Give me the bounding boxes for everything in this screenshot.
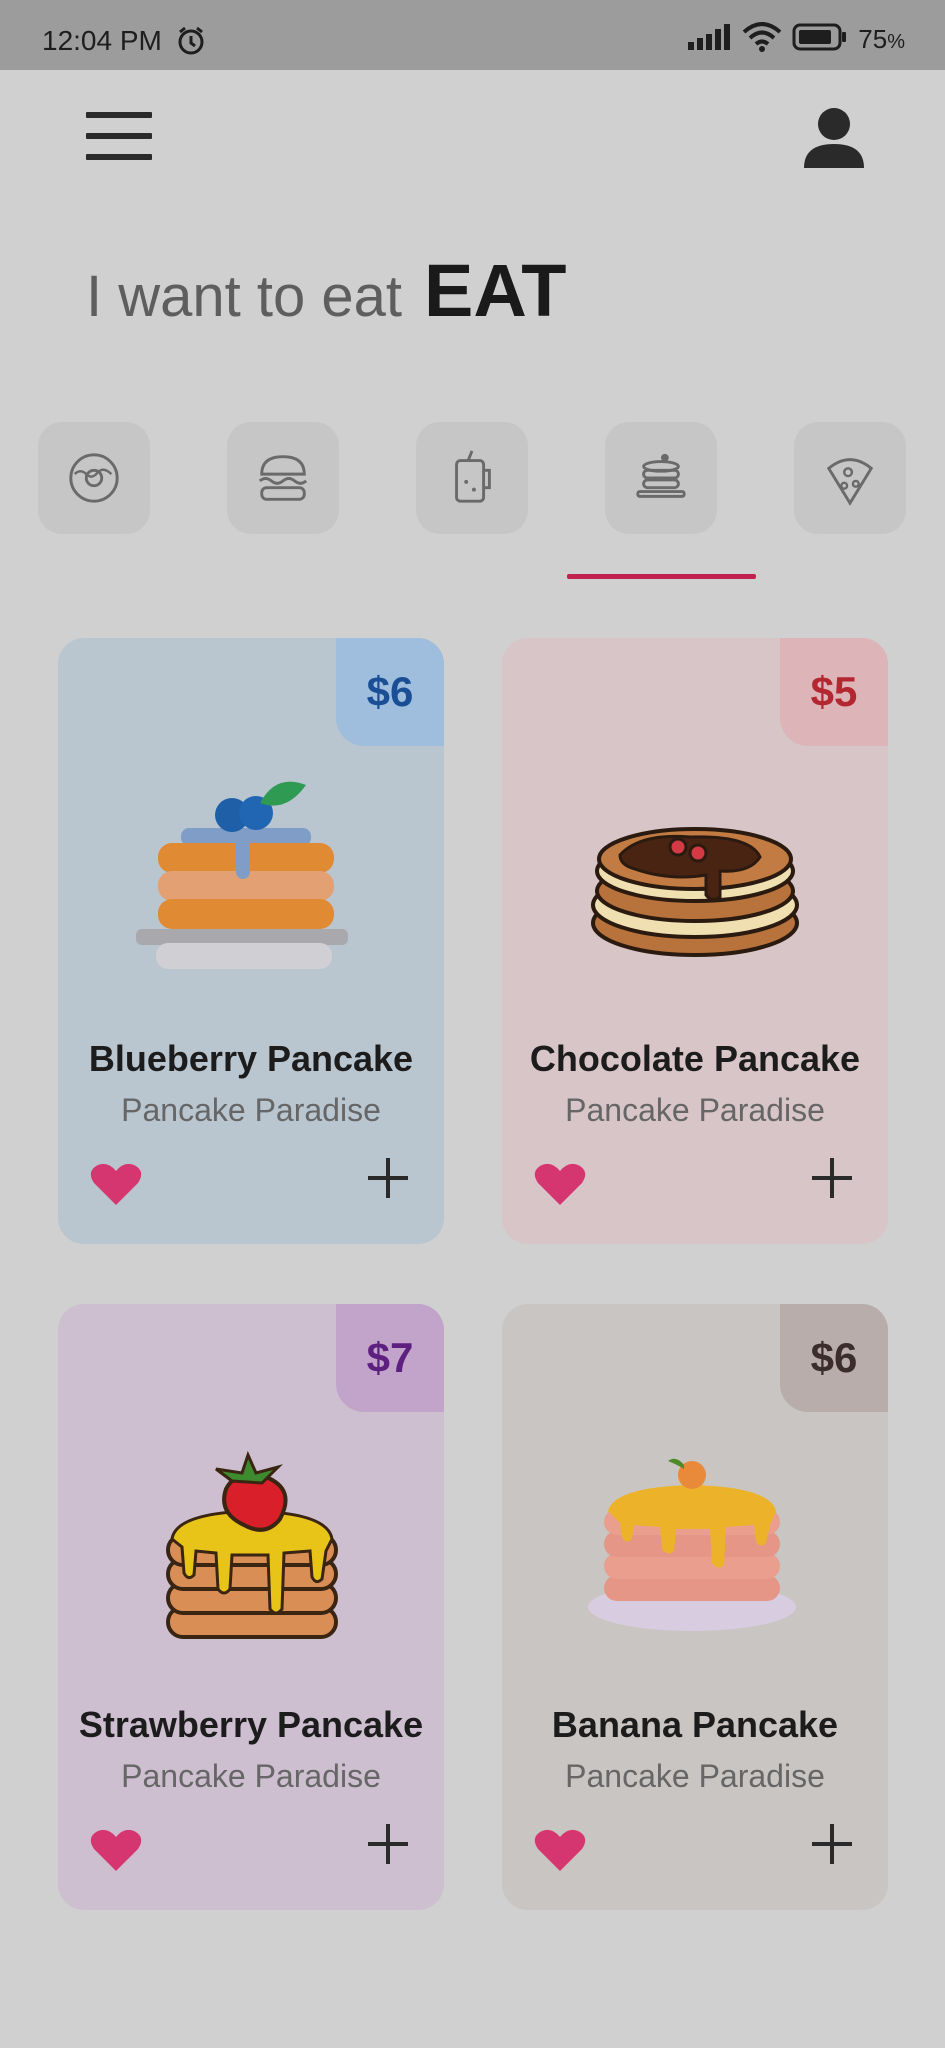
status-time: 12:04 PM <box>42 25 162 56</box>
signal-icon <box>688 24 732 55</box>
price-tag: $7 <box>336 1304 444 1412</box>
banana-pancake-icon <box>588 1458 796 1631</box>
add-to-cart-button[interactable] <box>812 1824 852 1864</box>
heart-icon[interactable] <box>90 1827 142 1873</box>
price-tag: $5 <box>780 638 888 746</box>
burger-icon <box>258 455 308 501</box>
heart-icon[interactable] <box>534 1161 586 1207</box>
product-vendor: Pancake Paradise <box>565 1092 825 1128</box>
category-drink[interactable] <box>416 422 528 534</box>
category-donut[interactable] <box>38 422 150 534</box>
page-headline: I want to eat EAT <box>86 248 567 333</box>
wifi-icon <box>742 22 782 57</box>
category-pancake[interactable] <box>605 422 717 534</box>
product-name: Chocolate Pancake <box>529 1038 861 1079</box>
chocolate-pancake-icon <box>591 827 799 957</box>
blueberry-pancake-icon <box>136 781 348 969</box>
pancake-icon <box>636 453 686 498</box>
category-tabs <box>38 422 908 534</box>
headline-emphasis: EAT <box>423 249 567 332</box>
add-to-cart-button[interactable] <box>812 1158 852 1198</box>
selected-category-indicator <box>567 574 756 579</box>
product-card-strawberry[interactable]: $7 Strawberry Pancake Pancake Paradise <box>58 1304 444 1910</box>
product-vendor: Pancake Paradise <box>121 1092 381 1128</box>
battery-percent: 75% <box>858 24 905 54</box>
product-card-banana[interactable]: $6 Banana Pancake Pancake Paradise <box>502 1304 888 1910</box>
hamburger-menu-icon[interactable] <box>86 112 156 164</box>
heart-icon[interactable] <box>90 1161 142 1207</box>
heart-icon[interactable] <box>534 1827 586 1873</box>
status-bar: 12:04 PM 75% <box>0 0 945 70</box>
user-icon[interactable] <box>800 104 868 172</box>
add-to-cart-button[interactable] <box>368 1824 408 1864</box>
drink-jar-icon <box>455 450 491 503</box>
product-name: Banana Pancake <box>551 1704 839 1745</box>
category-burger[interactable] <box>227 422 339 534</box>
product-vendor: Pancake Paradise <box>565 1758 825 1794</box>
alarm-icon <box>176 26 206 61</box>
pizza-icon <box>826 458 874 506</box>
product-card-chocolate[interactable]: $5 Chocolate Pancake Pancake Paradise <box>502 638 888 1244</box>
product-name: Blueberry Pancake <box>88 1038 414 1079</box>
add-to-cart-button[interactable] <box>368 1158 408 1198</box>
donut-icon <box>69 453 119 503</box>
product-name: Strawberry Pancake <box>78 1704 424 1745</box>
headline-lead: I want to eat <box>86 264 402 329</box>
price-tag: $6 <box>336 638 444 746</box>
category-pizza[interactable] <box>794 422 906 534</box>
battery-icon <box>792 23 848 56</box>
strawberry-pancake-icon <box>166 1450 338 1639</box>
price-tag: $6 <box>780 1304 888 1412</box>
product-card-blueberry[interactable]: $6 Blueberry Pancake Pancake Paradise <box>58 638 444 1244</box>
product-vendor: Pancake Paradise <box>121 1758 381 1794</box>
